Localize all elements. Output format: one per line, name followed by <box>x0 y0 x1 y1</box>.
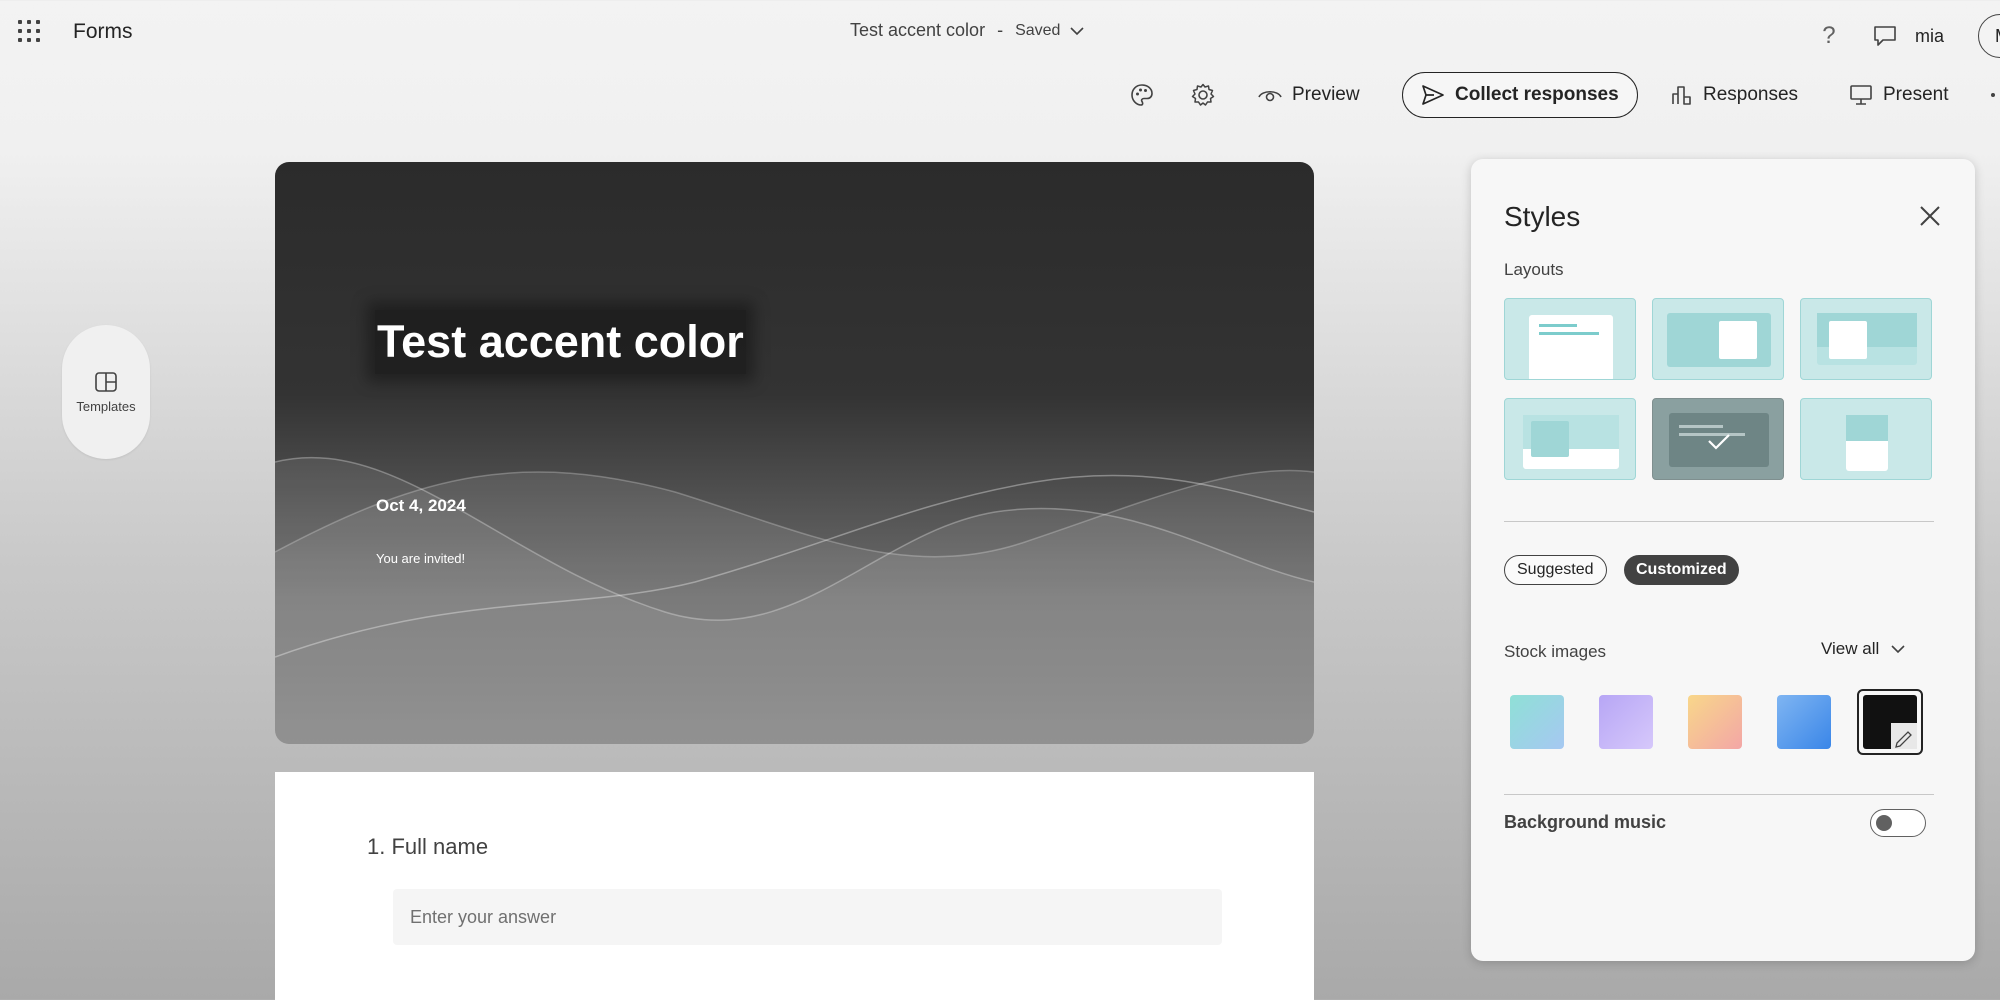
avatar-initial: M <box>1995 26 2000 47</box>
layout-option-5-selected[interactable] <box>1652 398 1784 480</box>
question-label: Full name <box>391 834 489 859</box>
app-launcher-icon[interactable] <box>16 18 40 42</box>
collect-responses-label: Collect responses <box>1455 84 1619 105</box>
present-button[interactable]: Present <box>1849 72 1948 118</box>
preview-button[interactable]: Preview <box>1258 72 1360 118</box>
gear-icon[interactable] <box>1190 72 1226 118</box>
app-name[interactable]: Forms <box>73 20 133 44</box>
templates-button[interactable]: Templates <box>62 325 150 459</box>
top-right-actions: ? mia M <box>1811 14 2000 58</box>
user-name: mia <box>1914 25 1944 46</box>
divider <box>1504 521 1934 522</box>
background-music-label: Background music <box>1504 812 1667 832</box>
layout-option-1[interactable] <box>1504 298 1636 380</box>
background-music-toggle[interactable] <box>1870 809 1926 837</box>
palette-icon[interactable] <box>1129 72 1165 118</box>
title-separator: - <box>997 20 1004 40</box>
layout-option-2[interactable] <box>1652 298 1784 380</box>
responses-label: Responses <box>1703 84 1799 105</box>
present-label: Present <box>1883 84 1949 105</box>
tab-customized[interactable]: Customized <box>1624 555 1739 585</box>
layout-option-3[interactable] <box>1800 298 1932 380</box>
stock-image-swatch-3[interactable] <box>1688 695 1742 749</box>
chevron-down-icon <box>1891 645 1905 654</box>
view-all-button[interactable]: View all <box>1821 639 1905 659</box>
more-icon[interactable] <box>1990 72 2000 118</box>
answer-input[interactable]: Enter your answer <box>393 889 1222 945</box>
templates-icon <box>95 371 117 392</box>
view-all-label: View all <box>1821 639 1880 658</box>
avatar[interactable]: M <box>1978 14 2000 58</box>
layout-option-4[interactable] <box>1504 398 1636 480</box>
help-icon[interactable]: ? <box>1811 18 1847 54</box>
tab-suggested[interactable]: Suggested <box>1504 555 1607 585</box>
feedback-chat-icon[interactable] <box>1867 18 1903 54</box>
document-title[interactable]: Test accent color <box>850 20 985 41</box>
form-title[interactable]: Test accent color <box>375 310 746 374</box>
stock-image-swatch-4[interactable] <box>1777 695 1831 749</box>
collect-responses-button[interactable]: Collect responses <box>1402 72 1638 118</box>
toggle-knob <box>1876 815 1892 831</box>
templates-label: Templates <box>76 398 136 414</box>
form-subtitle[interactable]: You are invited! <box>376 551 465 566</box>
question-card[interactable]: 1. Full name Enter your answer <box>275 772 1314 1000</box>
stock-image-swatch-2[interactable] <box>1599 695 1653 749</box>
layout-option-6[interactable] <box>1800 398 1932 480</box>
divider <box>1504 794 1934 795</box>
form-header-banner[interactable]: Test accent color Oct 4, 2024 You are in… <box>275 162 1314 744</box>
form-date[interactable]: Oct 4, 2024 <box>376 496 466 516</box>
stock-image-swatch-1[interactable] <box>1510 695 1564 749</box>
top-bar: Forms Test accent color - Saved ? mia M <box>0 0 2000 64</box>
preview-label: Preview <box>1292 84 1360 105</box>
question-number: 1. <box>367 834 386 859</box>
form-toolbar: Preview Collect responses Responses Pres… <box>0 72 2000 120</box>
question-title[interactable]: 1. Full name <box>367 834 488 860</box>
custom-image-swatch-selected[interactable] <box>1857 689 1923 755</box>
layouts-label: Layouts <box>1504 260 1564 279</box>
save-status: Saved <box>1015 21 1061 39</box>
responses-button[interactable]: Responses <box>1671 72 1798 118</box>
stock-images-label: Stock images <box>1504 642 1607 661</box>
wave-background-image <box>275 456 1314 744</box>
chevron-down-icon[interactable] <box>1070 20 1085 41</box>
document-title-area[interactable]: Test accent color - Saved <box>850 20 1085 41</box>
styles-panel: Styles Layouts Suggested Customized Stoc… <box>1471 159 1975 961</box>
styles-panel-title: Styles <box>1504 201 1581 232</box>
close-icon[interactable] <box>1913 199 1947 233</box>
